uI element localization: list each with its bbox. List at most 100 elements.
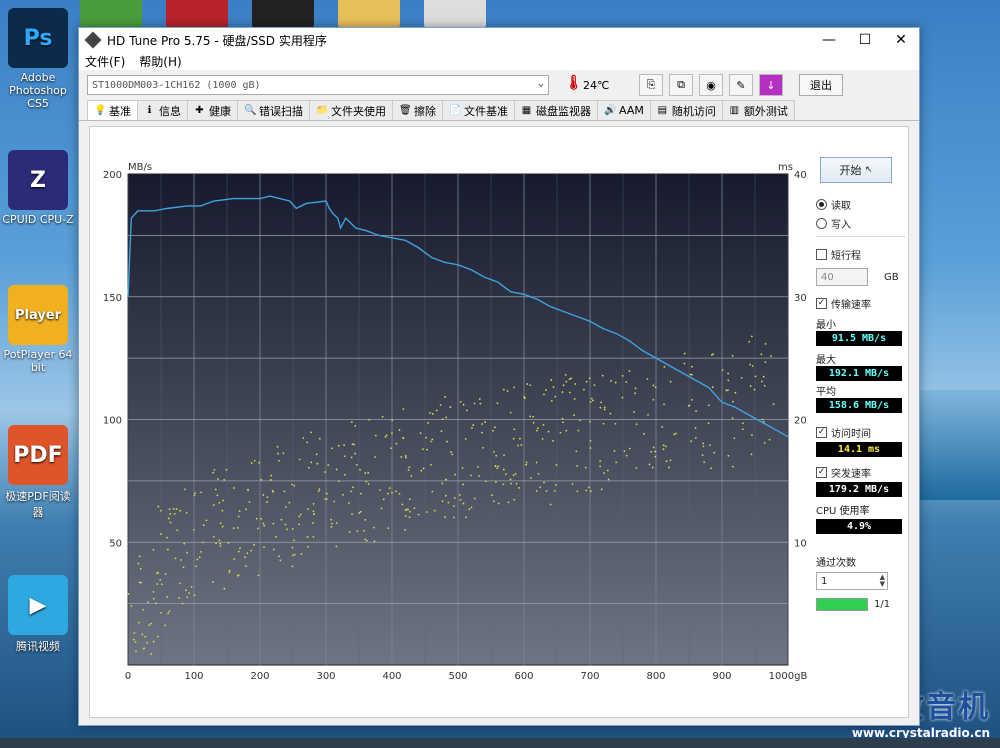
access-point (532, 421, 535, 424)
burst-rate-checkbox[interactable]: ✓ 突发速率 (816, 465, 906, 480)
access-point (179, 509, 182, 512)
write-radio[interactable]: 写入 (816, 216, 906, 231)
access-point (343, 455, 346, 458)
access-point (453, 505, 455, 507)
access-point (325, 492, 328, 495)
minimize-button[interactable]: — (811, 28, 847, 52)
access-point (312, 535, 315, 538)
spinner-arrows-icon[interactable]: ▲ ▼ (880, 574, 885, 588)
access-point (138, 555, 141, 558)
access-point (451, 453, 454, 456)
access-point (514, 473, 517, 475)
access-point (731, 354, 734, 357)
access-point (491, 494, 493, 497)
access-point (172, 507, 175, 510)
short-stroke-checkbox[interactable]: 短行程 (816, 247, 906, 262)
access-point (561, 391, 564, 393)
access-point (298, 523, 301, 526)
passes-spinner[interactable]: 1 ▲ ▼ (816, 572, 888, 590)
read-radio[interactable]: 读取 (816, 197, 906, 212)
access-point (650, 450, 653, 453)
access-point (212, 471, 215, 474)
maximize-button[interactable]: ☐ (847, 28, 883, 52)
menu-file[interactable]: 文件(F) (85, 53, 125, 70)
access-point (512, 474, 515, 477)
access-time-checkbox[interactable]: ✓ 访问时间 (816, 425, 906, 440)
access-point (181, 602, 184, 605)
access-point (652, 384, 655, 387)
exit-button[interactable]: 退出 (799, 74, 843, 96)
access-point (621, 375, 624, 377)
tab-8[interactable]: 🔊 AAM (597, 100, 651, 120)
access-point (307, 508, 309, 510)
passes-value: 1 (821, 575, 828, 587)
access-point (763, 441, 766, 444)
desktop-icon-cpuz[interactable]: Z CPUID CPU-Z (0, 150, 76, 226)
access-point (713, 451, 716, 454)
access-point (764, 343, 767, 345)
drive-select[interactable]: ST1000DM003-1CH162 (1000 gB) ⌄ (87, 75, 549, 95)
y2-tick-label: 20 (794, 416, 807, 427)
tab-9[interactable]: ▤ 随机访问 (649, 100, 723, 120)
transfer-rate-checkbox[interactable]: ✓ 传输速率 (816, 296, 906, 311)
y-axis-label: MB/s (128, 162, 152, 173)
access-point (142, 608, 145, 611)
tab-6[interactable]: 📄 文件基准 (442, 100, 515, 120)
desktop-icon-photoshop[interactable]: Ps Adobe Photoshop CS5 (0, 8, 76, 110)
access-point (495, 454, 498, 457)
desktop-icon-potplayer[interactable]: Player PotPlayer 64 bit (0, 285, 76, 374)
access-point (365, 480, 368, 483)
tab-7[interactable]: ▦ 磁盘监视器 (514, 100, 598, 120)
save-download-icon[interactable]: ↓ (759, 74, 783, 96)
access-point (327, 464, 330, 467)
access-point (179, 582, 181, 585)
tab-2[interactable]: ✚ 健康 (187, 100, 238, 120)
access-point (263, 524, 266, 527)
access-point (734, 391, 737, 394)
y2-tick-label: 40 (794, 170, 807, 181)
tab-5[interactable]: 🗑 擦除 (392, 100, 443, 120)
camera-icon[interactable]: ◉ (699, 74, 723, 96)
access-point (614, 422, 617, 425)
access-point (663, 366, 666, 368)
options-wrench-icon[interactable]: ✎ (729, 74, 753, 96)
tab-10[interactable]: ▥ 额外测试 (721, 100, 795, 120)
access-point (525, 461, 528, 464)
access-point (575, 450, 578, 453)
access-point (130, 605, 133, 607)
close-button[interactable]: ✕ (883, 28, 919, 52)
access-point (385, 434, 388, 437)
avg-label: 平均 (816, 387, 836, 398)
access-point (740, 376, 743, 379)
menu-help[interactable]: 帮助(H) (139, 53, 181, 70)
access-point (427, 422, 429, 424)
desktop-icon-pdf[interactable]: PDF 极速PDF阅读器 (0, 425, 76, 520)
access-point (133, 632, 136, 634)
access-point (364, 518, 367, 521)
access-point (195, 565, 197, 568)
copy-all-icon[interactable]: ⧉ (669, 74, 693, 96)
tab-1[interactable]: ℹ 信息 (137, 100, 188, 120)
tab-4[interactable]: 📁 文件夹使用 (309, 100, 393, 120)
access-point (391, 491, 393, 494)
access-point (166, 548, 169, 551)
access-point (244, 556, 246, 559)
desktop-icon-tencent-video[interactable]: ▶ 腾讯视频 (0, 575, 76, 654)
access-point (568, 378, 571, 381)
short-stroke-input[interactable]: 40 (816, 268, 868, 286)
access-point (669, 459, 672, 462)
access-point (589, 439, 592, 442)
x-tick-label: 400 (382, 671, 401, 682)
access-point (589, 447, 592, 449)
access-point (219, 522, 222, 525)
copy-info-icon[interactable]: ⎘ (639, 74, 663, 96)
start-button[interactable]: 开始 ↖ (820, 157, 892, 183)
access-point (343, 444, 346, 447)
access-point (574, 383, 577, 385)
tab-3[interactable]: 🔍 错误扫描 (237, 100, 310, 120)
access-point (266, 496, 269, 499)
access-point (380, 507, 383, 510)
access-point (497, 465, 500, 468)
tab-0[interactable]: 💡 基准 (87, 100, 138, 120)
title-bar[interactable]: HD Tune Pro 5.75 - 硬盘/SSD 实用程序 — ☐ ✕ (79, 28, 919, 52)
